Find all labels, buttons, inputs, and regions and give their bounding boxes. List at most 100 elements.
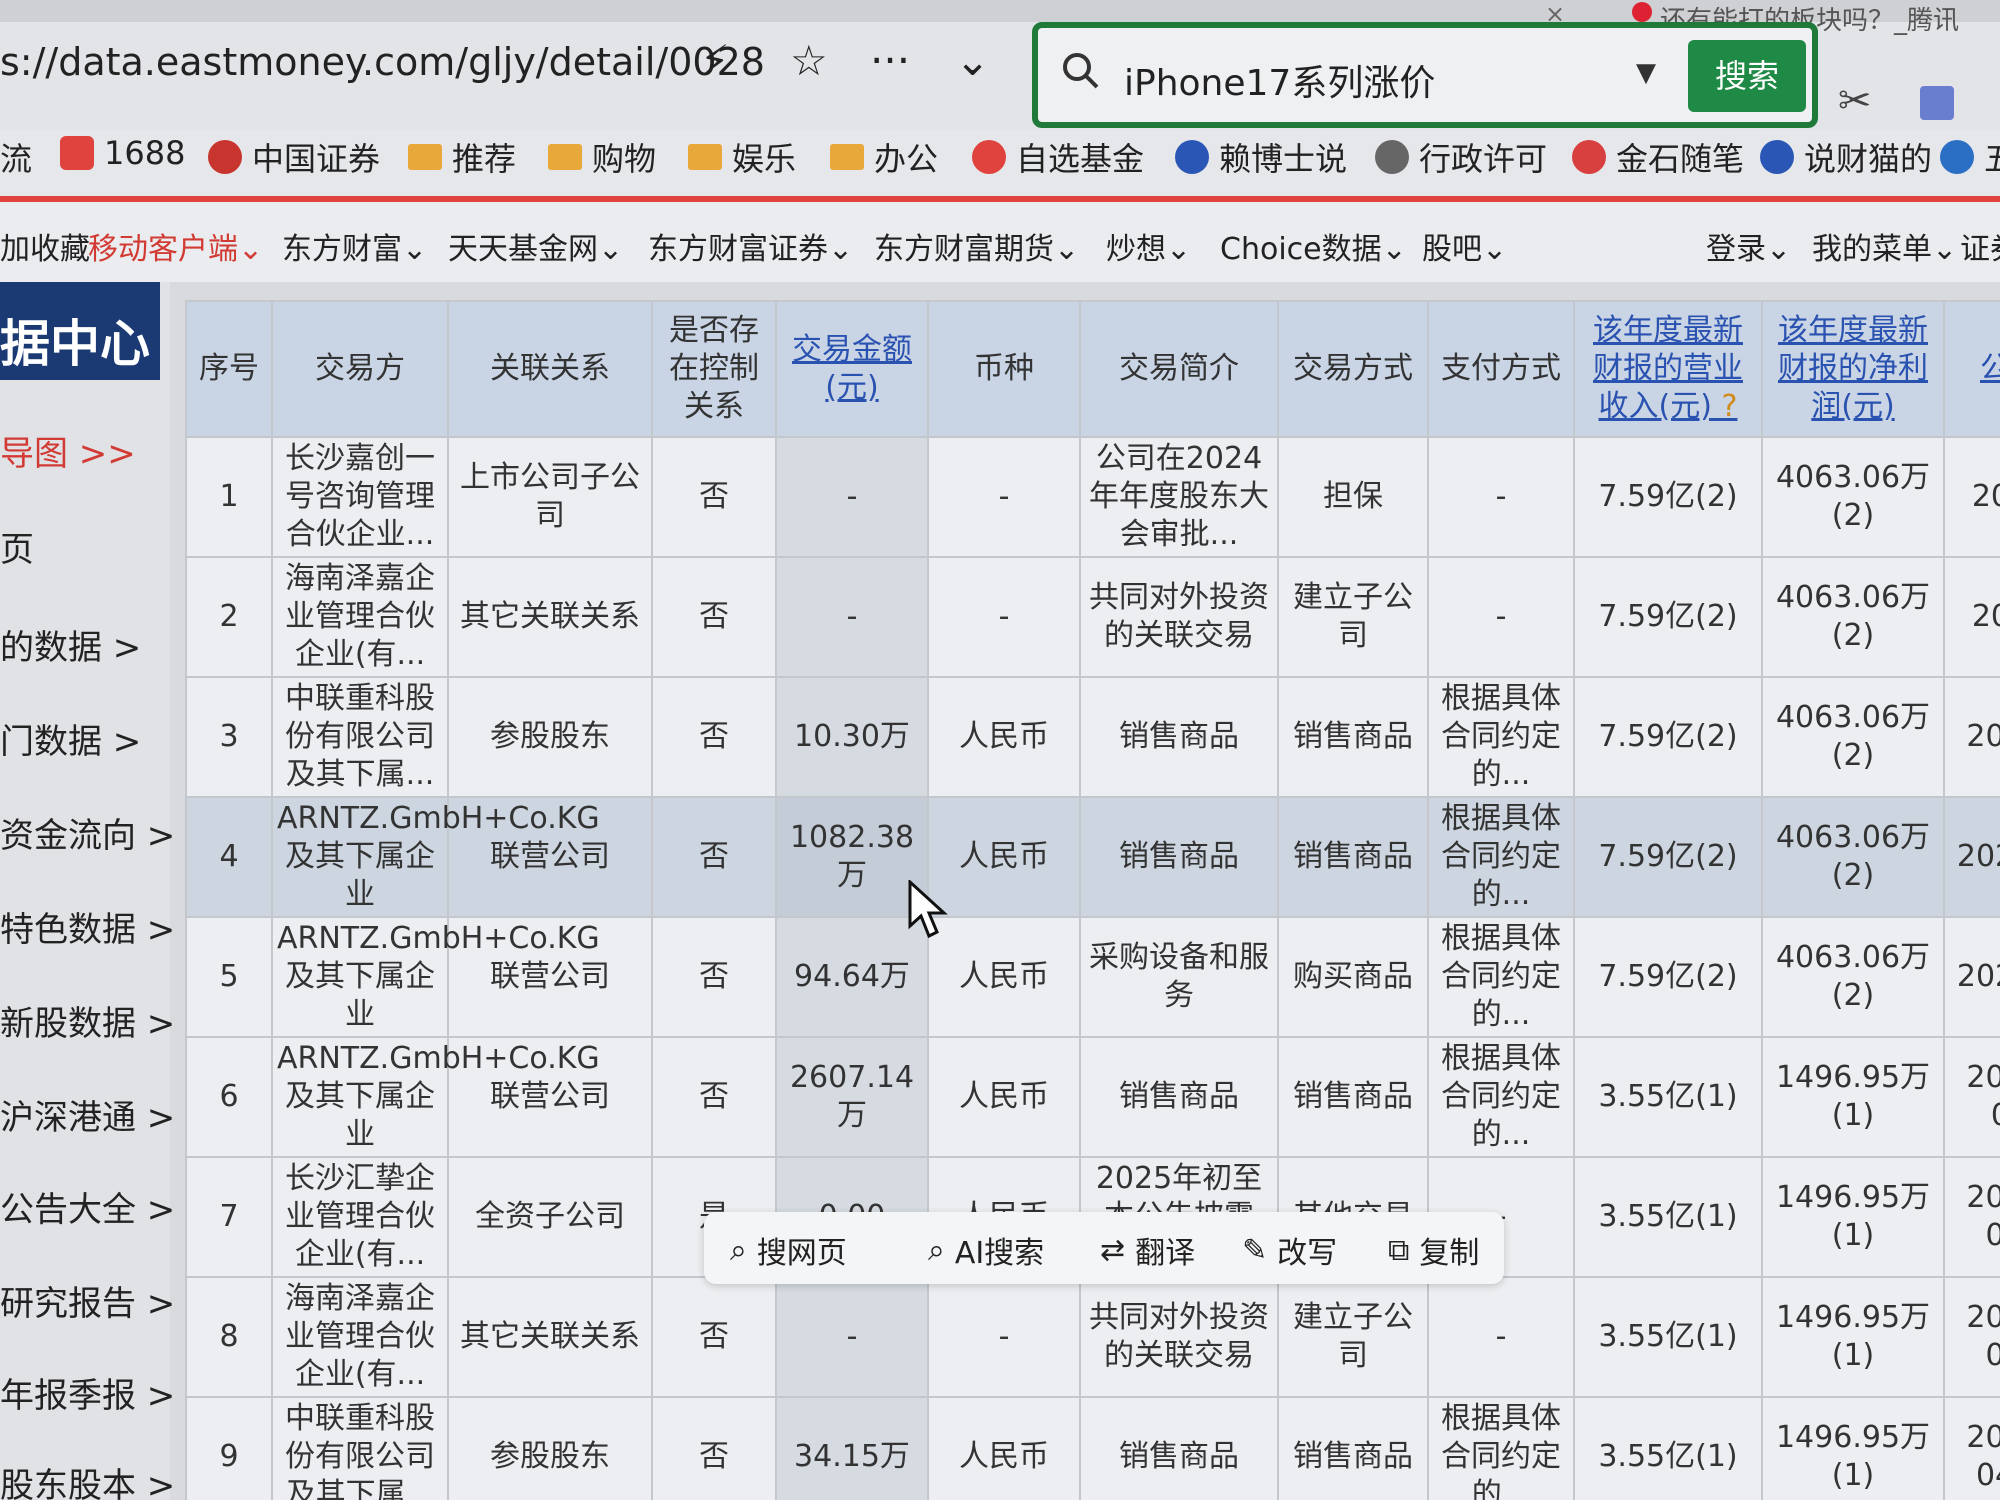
scissors-icon[interactable]: ✂ xyxy=(1838,78,1872,124)
table-cell: 购买商品 xyxy=(1277,916,1429,1038)
sidebar-item[interactable]: 沪深港通 > xyxy=(0,1090,175,1139)
table-cell: 人民币 xyxy=(927,1396,1081,1500)
bookmark-folder[interactable]: 娱乐 xyxy=(688,134,796,180)
column-header[interactable]: 公告 xyxy=(1943,300,2000,438)
nav-item[interactable]: 天天基金网⌄ xyxy=(448,224,623,268)
sidebar-item[interactable]: 特色数据 > xyxy=(0,902,175,951)
column-header: 交易简介 xyxy=(1079,300,1279,438)
more-icon[interactable]: ··· xyxy=(870,36,910,85)
bookmark-item[interactable]: 流 xyxy=(0,134,32,180)
table-cell: 人民币 xyxy=(927,796,1081,918)
star-icon[interactable]: ☆ xyxy=(790,36,828,85)
table-cell: 其它关联关系 xyxy=(447,1276,653,1398)
column-header: 序号 xyxy=(185,300,273,438)
sidebar-item[interactable]: 资金流向 > xyxy=(0,808,175,857)
copy-icon: ⧉ xyxy=(1388,1232,1410,1268)
nav-item[interactable]: 证券 xyxy=(1960,224,2000,268)
bookmark-item[interactable]: 自选基金 xyxy=(972,134,1144,180)
table-cell: 7.59亿(2) xyxy=(1573,796,1763,918)
nav-item[interactable]: 炒想⌄ xyxy=(1106,224,1191,268)
bookmark-folder[interactable]: 推荐 xyxy=(408,134,516,180)
bookmark-item[interactable]: 1688 xyxy=(60,134,185,172)
table-cell: 根据具体合同约定的... xyxy=(1427,916,1575,1038)
chevron-down-icon[interactable]: ⌄ xyxy=(955,36,990,85)
search-web-button[interactable]: ⌕ 搜网页 xyxy=(730,1228,847,1272)
table-cell: 4063.06万(2) xyxy=(1761,556,1945,678)
nav-item[interactable]: 东方财富期货⌄ xyxy=(874,224,1079,268)
nav-item[interactable]: Choice数据⌄ xyxy=(1220,224,1407,268)
sidebar-item[interactable]: 新股数据 > xyxy=(0,996,175,1045)
table-row[interactable]: 9 中联重科股份有限公司及其下属... 参股股东否 34.15万 人民币 销售商品 销售商品… xyxy=(185,1396,2000,1500)
extension-icon[interactable] xyxy=(1920,86,1954,120)
bookmark-item[interactable]: 中国证券 xyxy=(208,134,380,180)
table-cell: 销售商品 xyxy=(1079,1036,1279,1158)
table-cell: - xyxy=(927,436,1081,558)
table-row[interactable]: 8 海南泽嘉企业管理合伙企业(有... 其它关联关系否 - - 共同对外投资的关联交易 建立… xyxy=(185,1276,2000,1398)
table-cell: 销售商品 xyxy=(1277,676,1429,798)
bookmark-folder[interactable]: 办公 xyxy=(830,134,938,180)
sort-header-amount[interactable]: 交易金额(元) xyxy=(775,300,929,438)
bookmark-item[interactable]: 五 xyxy=(1940,134,2000,180)
table-cell: 中联重科股份有限公司及其下属... xyxy=(271,1396,449,1500)
sort-header-revenue[interactable]: 该年度最新财报的营业收入(元) ? xyxy=(1573,300,1763,438)
search-input[interactable]: iPhone17系列涨价 xyxy=(1124,54,1435,106)
edge-logo-icon xyxy=(1940,140,1974,174)
bookmark-item[interactable]: 说财猫的 xyxy=(1760,134,1932,180)
sidebar-item[interactable]: 股东股本 > xyxy=(0,1458,175,1500)
sidebar-item[interactable]: 研究报告 > xyxy=(0,1276,175,1325)
folder-icon xyxy=(830,144,864,170)
table-cell: 4 xyxy=(185,796,273,918)
address-bar-url[interactable]: s://data.eastmoney.com/gljy/detail/0028 xyxy=(0,40,765,84)
table-row[interactable]: 6 ARNTZ.GmbH+Co.KG及其下属企业 联营公司否 2607.14万 人民币销… xyxy=(185,1036,2000,1158)
sidebar-item[interactable]: 年报季报 > xyxy=(0,1368,175,1417)
search-dropdown-icon[interactable]: ▼ xyxy=(1636,58,1656,88)
bookmark-item[interactable]: 行政许可 xyxy=(1375,134,1547,180)
table-cell: 中联重科股份有限公司及其下属... xyxy=(271,676,449,798)
translate-button[interactable]: ⇄ 翻译 xyxy=(1100,1228,1195,1272)
copy-button[interactable]: ⧉ 复制 xyxy=(1388,1228,1479,1272)
help-icon[interactable]: ? xyxy=(1722,389,1738,424)
table-cell: 7.59亿(2) xyxy=(1573,676,1763,798)
nav-item[interactable]: 东方财富证券⌄ xyxy=(648,224,853,268)
table-cell: 94.64万 xyxy=(775,916,929,1038)
table-cell: 否 xyxy=(651,676,777,798)
lightning-icon[interactable]: ⚡ xyxy=(700,36,730,85)
bookmark-item[interactable]: 赖博士说 xyxy=(1175,134,1347,180)
nav-my-menu[interactable]: 我的菜单⌄ xyxy=(1812,224,1957,268)
bookmark-item[interactable]: 金石随笔 xyxy=(1572,134,1744,180)
table-cell: 否 xyxy=(651,1276,777,1398)
table-cell: 销售商品 xyxy=(1079,676,1279,798)
table-cell: 根据具体合同约定的... xyxy=(1427,1036,1575,1158)
table-row[interactable]: 1 长沙嘉创一号咨询管理合伙企业... 上市公司子公司否 - - 公司在2024年年度股东… xyxy=(185,436,2000,558)
sidebar-item[interactable]: 公告大全 > xyxy=(0,1182,175,1231)
sidebar-item[interactable]: 门数据 > xyxy=(0,714,141,763)
nav-item[interactable]: 加收藏 xyxy=(0,224,90,268)
table-cell: 4063.06万(2) xyxy=(1761,916,1945,1038)
table-cell: 参股股东 xyxy=(447,676,653,798)
sidebar-item[interactable]: 的数据 > xyxy=(0,620,141,669)
table-cell: 3.55亿(1) xyxy=(1573,1396,1763,1500)
sidebar-item[interactable]: 导图 >> xyxy=(0,426,136,475)
nav-login[interactable]: 登录⌄ xyxy=(1706,224,1791,268)
table-cell: 9 xyxy=(185,1396,273,1500)
alibaba-logo-icon xyxy=(60,136,94,170)
rewrite-button[interactable]: ✎ 改写 xyxy=(1242,1228,1337,1272)
column-header: 交易方 xyxy=(271,300,449,438)
nav-item[interactable]: 移动客户端⌄ xyxy=(88,224,263,268)
search-box[interactable]: iPhone17系列涨价 ▼ 搜索 xyxy=(1032,22,1818,128)
nav-item[interactable]: 东方财富⌄ xyxy=(282,224,427,268)
sidebar-item[interactable]: 页 xyxy=(0,522,34,571)
bookmark-folder[interactable]: 购物 xyxy=(548,134,656,180)
table-cell: ARNTZ.GmbH+Co.KG及其下属企业 xyxy=(271,1036,600,1158)
search-button[interactable]: 搜索 xyxy=(1688,40,1806,112)
table-row[interactable]: 5 ARNTZ.GmbH+Co.KG及其下属企业 联营公司否 94.64万 人民币 采购设… xyxy=(185,916,2000,1038)
table-cell: 否 xyxy=(651,916,777,1038)
ai-search-button[interactable]: ⌕ AI搜索 xyxy=(928,1228,1044,1272)
sort-header-net-profit[interactable]: 该年度最新财报的净利润(元) xyxy=(1761,300,1945,438)
table-row[interactable]: 2 海南泽嘉企业管理合伙企业(有... 其它关联关系否 - - 共同对外投资的关联交易 建立… xyxy=(185,556,2000,678)
table-cell: - xyxy=(1427,556,1575,678)
table-row[interactable]: 4 ARNTZ.GmbH+Co.KG及其下属企业 联营公司否 1082.38万 人民币销… xyxy=(185,796,2000,918)
table-row[interactable]: 3 中联重科股份有限公司及其下属... 参股股东否 10.30万 人民币 销售商品 销售商品… xyxy=(185,676,2000,798)
nav-item[interactable]: 股吧⌄ xyxy=(1422,224,1507,268)
table-cell: 否 xyxy=(651,556,777,678)
